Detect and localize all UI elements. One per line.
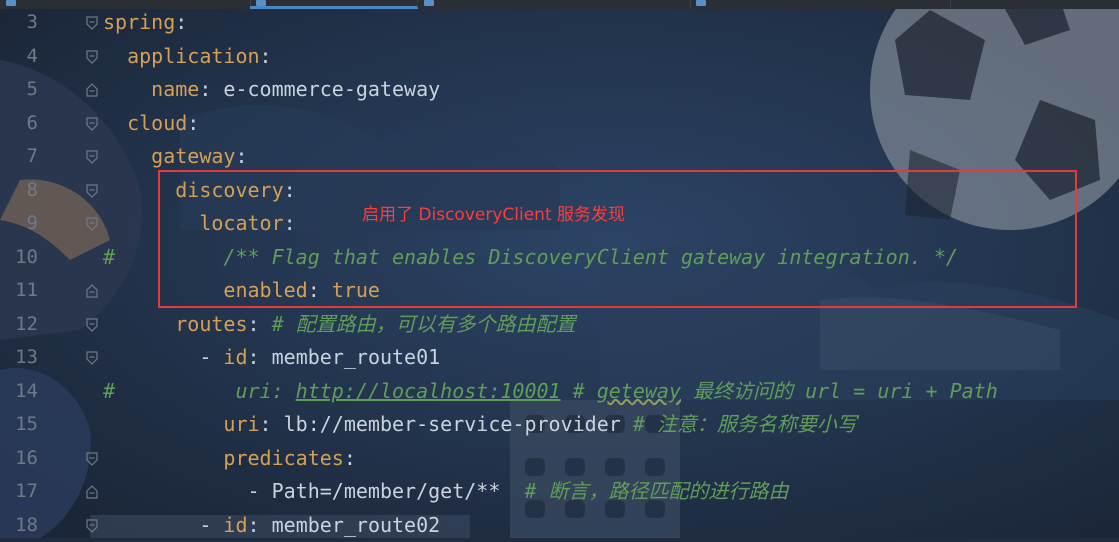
code-token: name (103, 77, 199, 101)
code-line[interactable]: spring: (103, 6, 187, 40)
file-icon (6, 0, 16, 6)
code-line[interactable]: application: (103, 40, 272, 74)
code-token: : (344, 446, 356, 470)
code-line[interactable]: cloud: (103, 107, 199, 141)
code-token: : (187, 111, 199, 135)
editor-tab[interactable] (0, 0, 251, 9)
code-token: : (260, 44, 272, 68)
code-token: # 断言，路径匹配的进行路由 (524, 479, 788, 503)
code-line[interactable]: - id: member_route01 (103, 341, 440, 375)
code-token: gateway (103, 144, 235, 168)
code-token: spring (103, 10, 175, 34)
code-line[interactable]: - id: member_route02 (103, 509, 440, 542)
code-token: : (248, 312, 272, 336)
yaml-file-icon (256, 0, 266, 6)
code-token: routes (103, 312, 248, 336)
editor-tab-active[interactable] (250, 0, 418, 9)
file-icon (696, 0, 706, 6)
code-line[interactable]: name: e-commerce-gateway (103, 73, 440, 107)
code-line[interactable]: - Path=/member/get/** # 断言，路径匹配的进行路由 (103, 475, 789, 509)
code-token: # (561, 379, 597, 403)
code-token: : (199, 77, 223, 101)
code-token: - (103, 513, 223, 537)
code-token: # (103, 245, 115, 269)
code-token: cloud (103, 111, 187, 135)
code-token: # (103, 379, 115, 403)
code-line[interactable]: # uri: http://localhost:10001 # geteway … (103, 375, 998, 409)
code-token: e-commerce-gateway (223, 77, 440, 101)
code-token: - (103, 345, 223, 369)
code-token: lb://member-service-provider (284, 412, 633, 436)
code-token: geteway (597, 379, 681, 403)
code-line[interactable]: uri: lb://member-service-provider # 注意：服… (103, 408, 857, 442)
code-token: 最终访问的 url = uri + Path (681, 379, 998, 403)
code-token: member_route01 (272, 345, 441, 369)
code-line[interactable]: routes: # 配置路由，可以有多个路由配置 (103, 308, 576, 342)
code-token: # 配置路由，可以有多个路由配置 (272, 312, 576, 336)
code-token: : (248, 513, 272, 537)
code-token: member_route02 (272, 513, 441, 537)
code-token: http://localhost:10001 (296, 379, 561, 403)
editor-tab-bar (0, 0, 1119, 9)
code-token: : (260, 412, 284, 436)
file-icon (424, 0, 434, 6)
code-token: id (223, 345, 247, 369)
code-line[interactable]: predicates: (103, 442, 356, 476)
highlight-box (158, 170, 1077, 308)
code-token: uri (103, 412, 260, 436)
code-token: id (223, 513, 247, 537)
code-token: predicates (103, 446, 344, 470)
code-token: uri: (115, 379, 296, 403)
code-line[interactable]: gateway: (103, 140, 248, 174)
annotation-label: 启用了 DiscoveryClient 服务发现 (362, 200, 625, 225)
code-token: : (248, 345, 272, 369)
code-token: : (175, 10, 187, 34)
code-token: - Path=/member/get/** (103, 479, 524, 503)
code-token: application (103, 44, 260, 68)
code-token: : (235, 144, 247, 168)
editor-tab[interactable] (690, 0, 951, 9)
code-token: # 注意：服务名称要小写 (633, 412, 857, 436)
editor-tab[interactable] (418, 0, 691, 9)
